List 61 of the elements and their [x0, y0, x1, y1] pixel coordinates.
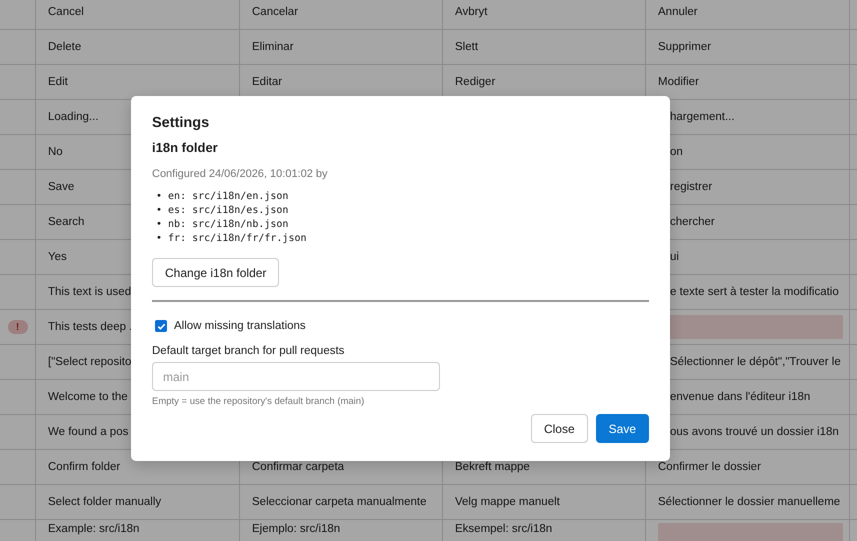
table-cell: chercher	[670, 216, 715, 228]
table-cell: Loading...	[48, 111, 99, 123]
change-folder-button[interactable]: Change i18n folder	[152, 258, 280, 287]
table-cell: Avbryt	[455, 6, 488, 18]
table-cell: No	[48, 146, 63, 158]
table-cell: Supprimer	[658, 41, 712, 53]
bullet: •	[156, 204, 162, 218]
field-label: Default target branch for pull requests	[152, 345, 346, 357]
table-cell: Yes	[48, 251, 67, 263]
table-cell: Ejemplo: src/i18n	[252, 523, 340, 535]
table-cell: ui	[670, 251, 679, 263]
table-cell: Slett	[455, 41, 478, 53]
table-cell: Example: src/i18n	[48, 523, 140, 535]
configured-info: Configured 24/06/2026, 10:01:02 by	[152, 168, 329, 180]
table-cell: Edit	[48, 76, 68, 88]
path-item: nb: src/i18n/nb.json	[168, 218, 288, 232]
table-cell: Save	[48, 181, 74, 193]
bullet: •	[156, 232, 162, 246]
table-cell: Annuler	[658, 6, 698, 18]
path-item: en: src/i18n/en.json	[168, 190, 288, 204]
table-cell: Search	[48, 216, 84, 228]
table-cell: ous avons trouvé un dossier i18n	[670, 426, 839, 438]
field-hint: Empty = use the repository's default branch (main)	[152, 396, 366, 407]
save-button[interactable]: Save	[596, 414, 649, 443]
table-cell: Confirm folder	[48, 461, 120, 473]
close-button[interactable]: Close	[530, 414, 588, 443]
checkbox-label: Allow missing translations	[174, 320, 306, 332]
table-cell: Confirmar carpeta	[252, 461, 344, 473]
table-cell: Welcome to the	[48, 391, 128, 403]
section-heading: i18n folder	[152, 140, 219, 155]
table-cell: Sélectionner le dossier manuelleme	[658, 496, 840, 508]
table-cell: This text is used	[48, 286, 132, 298]
path-item: es: src/i18n/es.json	[168, 204, 288, 218]
table-cell: Modifier	[658, 76, 699, 88]
checkbox[interactable]	[155, 320, 167, 332]
table-cell: Rediger	[455, 76, 496, 88]
branch-input[interactable]: main	[152, 362, 440, 391]
table-cell: envenue dans l'éditeur i18n	[670, 391, 810, 403]
table-cell: Bekreft mappe	[455, 461, 530, 473]
table-cell: Eksempel: src/i18n	[455, 523, 552, 535]
table-cell: Cancel	[48, 6, 84, 18]
table-cell: registrer	[670, 181, 712, 193]
table-cell: ["Select reposito	[48, 356, 132, 368]
table-cell: We found a pos	[48, 426, 128, 438]
table-cell: Select folder manually	[48, 496, 162, 508]
table-cell: Cancelar	[252, 6, 298, 18]
table-cell: Eliminar	[252, 41, 294, 53]
bullet: •	[156, 218, 162, 232]
path-item: fr: src/i18n/fr/fr.json	[168, 232, 307, 246]
table-cell: Confirmer le dossier	[658, 461, 761, 473]
table-cell: Delete	[48, 41, 82, 53]
table-cell: e texte sert à tester la modificatio	[670, 286, 839, 298]
dialog-title: Settings	[152, 115, 210, 131]
table-cell: Editar	[252, 76, 282, 88]
table-cell: hargement...	[670, 111, 735, 123]
table-cell: Velg mappe manuelt	[455, 496, 560, 508]
table-cell: on	[670, 146, 683, 158]
table-cell: Sélectionner le dépôt","Trouver le	[670, 356, 841, 368]
table-cell: Seleccionar carpeta manualmente	[252, 496, 427, 508]
warning-badge: !	[8, 320, 28, 334]
bullet: •	[156, 190, 162, 204]
